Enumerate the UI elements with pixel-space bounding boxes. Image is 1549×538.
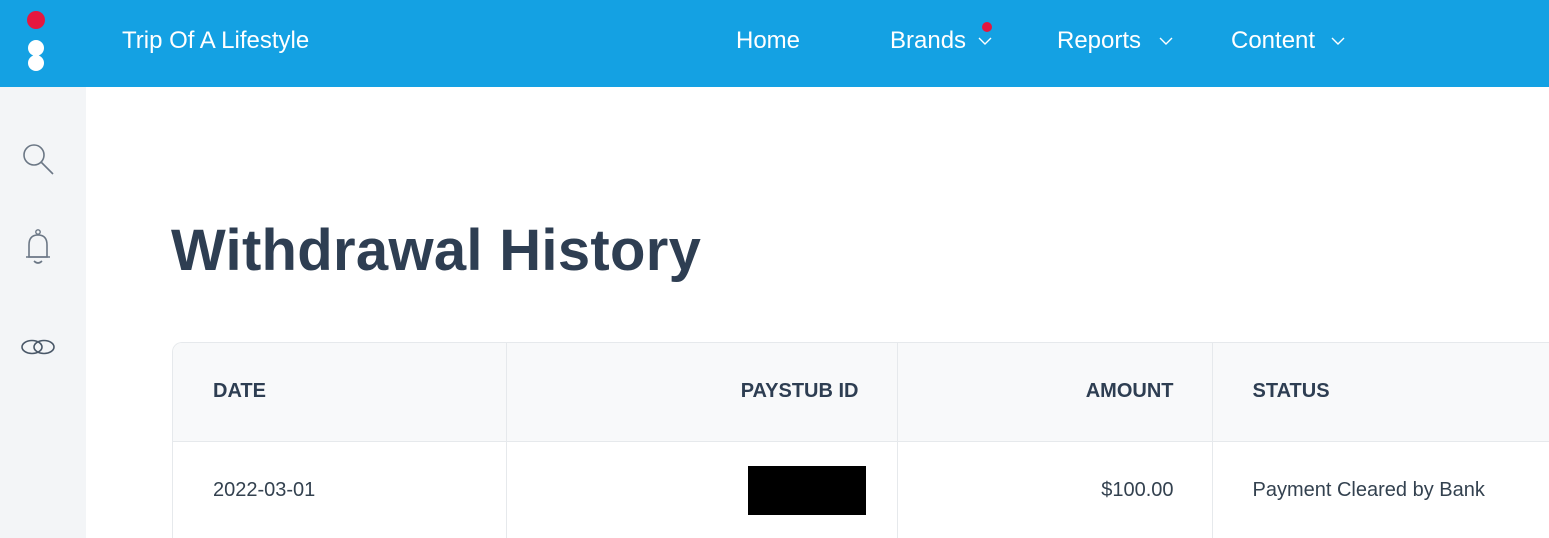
nav-brands-label: Brands [890,27,967,54]
withdrawal-table: DATE PAYSTUB ID AMOUNT STATUS 2022-03-01… [172,342,1549,538]
column-header-paystub-id[interactable]: PAYSTUB ID [506,343,898,442]
top-bar: Trip Of A Lifestyle Home Brands Reports … [0,0,1549,87]
nav-home[interactable]: Home [736,27,800,55]
nav-brands[interactable]: Brands [890,27,992,55]
chevron-down-icon [1159,37,1173,45]
nav-content[interactable]: Content [1231,27,1345,55]
page-title: Withdrawal History [171,217,702,283]
app-logo[interactable] [25,10,47,72]
cell-paystub-id [506,441,898,538]
column-header-status[interactable]: STATUS [1212,343,1549,442]
nav-home-label: Home [736,27,801,54]
table-row[interactable]: 2022-03-01 $100.00 Payment Cleared by Ba… [173,441,1549,538]
sidebar [0,87,86,538]
column-header-date[interactable]: DATE [173,343,507,442]
cell-status: Payment Cleared by Bank [1212,441,1549,538]
chevron-down-icon [978,37,992,45]
notification-dot [982,22,992,32]
nav-reports-label: Reports [1057,27,1142,54]
search-icon[interactable] [18,139,58,179]
brand-name[interactable]: Trip Of A Lifestyle [122,27,309,55]
column-header-amount[interactable]: AMOUNT [897,343,1213,442]
cell-amount: $100.00 [897,441,1213,538]
nav-content-label: Content [1231,27,1316,54]
cell-date: 2022-03-01 [173,441,507,538]
link-icon[interactable] [18,327,58,367]
redacted-block [747,465,866,515]
chevron-down-icon [1331,37,1345,45]
nav-reports[interactable]: Reports [1057,27,1173,55]
bell-icon[interactable] [18,227,58,267]
table-header-row: DATE PAYSTUB ID AMOUNT STATUS [173,343,1549,442]
